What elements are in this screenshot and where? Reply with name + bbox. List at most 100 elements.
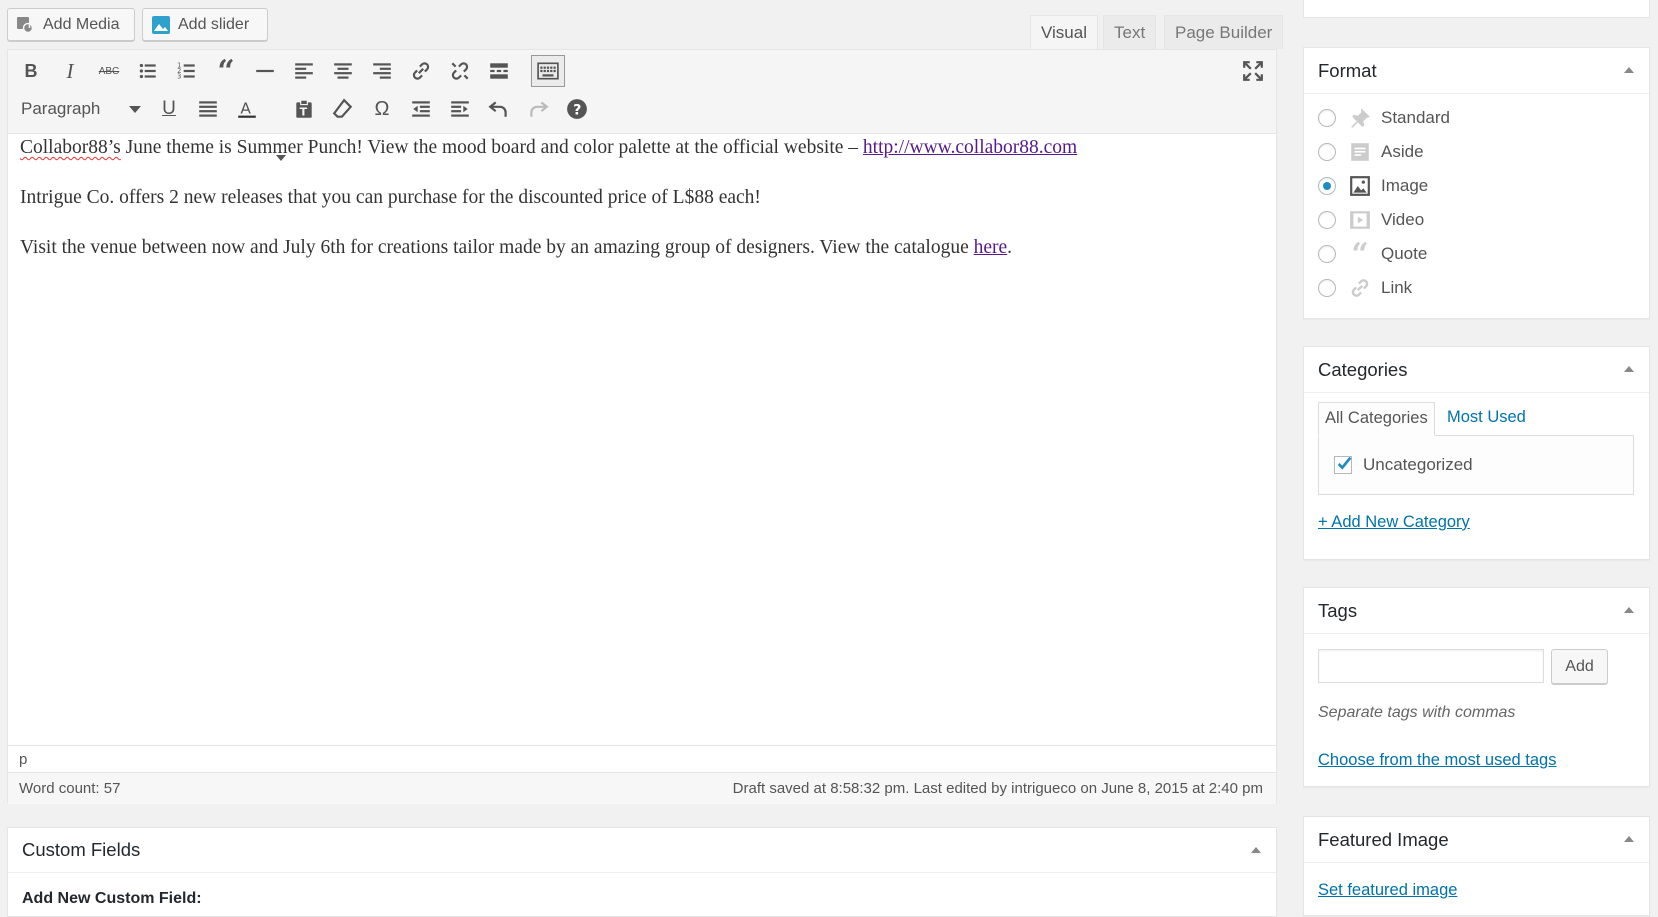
- tab-most-used[interactable]: Most Used: [1447, 408, 1526, 427]
- editor-content[interactable]: Collabor88’s June theme is Summer Punch!…: [20, 134, 1256, 284]
- format-label: Image: [1381, 176, 1429, 195]
- paragraph-text: Visit the venue between now and July 6th…: [20, 237, 974, 258]
- website-link[interactable]: http://www.collabor88.com: [863, 137, 1077, 158]
- categories-panel-header[interactable]: Categories: [1304, 347, 1649, 393]
- clear-formatting-icon[interactable]: [328, 94, 358, 124]
- bold-icon[interactable]: B: [16, 56, 46, 86]
- format-option-aside[interactable]: Aside: [1318, 139, 1424, 165]
- post-editor: B I ABC 123 “ Paragraph U A T Ω ? Collab…: [7, 49, 1277, 804]
- tab-visual[interactable]: Visual: [1030, 15, 1098, 50]
- add-media-label: Add Media: [43, 15, 120, 33]
- category-label: Uncategorized: [1363, 455, 1473, 474]
- add-tag-button[interactable]: Add: [1551, 649, 1608, 684]
- bulleted-list-icon[interactable]: [133, 56, 163, 86]
- paste-as-text-icon[interactable]: T: [289, 94, 319, 124]
- tab-page-builder[interactable]: Page Builder: [1164, 15, 1284, 49]
- catalogue-link[interactable]: here: [974, 237, 1008, 258]
- undo-icon[interactable]: [484, 94, 514, 124]
- radio-quote[interactable]: [1318, 245, 1336, 263]
- add-new-custom-field-label: Add New Custom Field:: [22, 890, 202, 907]
- insert-link-icon[interactable]: [406, 56, 436, 86]
- collapse-toggle-icon[interactable]: [1624, 366, 1634, 372]
- format-option-image[interactable]: Image: [1318, 173, 1428, 199]
- collapse-toggle-icon[interactable]: [1624, 607, 1634, 613]
- collapse-toggle-icon[interactable]: [1624, 67, 1634, 73]
- element-path-bar: p: [8, 745, 1276, 773]
- strikethrough-icon[interactable]: ABC: [94, 56, 124, 86]
- indent-icon[interactable]: [445, 94, 475, 124]
- toolbar-toggle-icon[interactable]: [531, 55, 565, 87]
- read-more-icon[interactable]: [484, 56, 514, 86]
- align-right-icon[interactable]: [367, 56, 397, 86]
- format-option-quote[interactable]: “ Quote: [1318, 236, 1428, 272]
- content-paragraph-2: Intrigue Co. offers 2 new releases that …: [20, 187, 761, 208]
- italic-icon[interactable]: I: [55, 56, 85, 86]
- outdent-icon[interactable]: [406, 94, 436, 124]
- format-label: Quote: [1381, 244, 1428, 263]
- special-character-icon[interactable]: Ω: [367, 94, 397, 124]
- radio-video[interactable]: [1318, 211, 1336, 229]
- format-option-video[interactable]: Video: [1318, 207, 1424, 233]
- link-icon: [1348, 276, 1372, 300]
- horizontal-line-icon[interactable]: [250, 56, 280, 86]
- svg-text:3: 3: [177, 73, 181, 81]
- set-featured-image-link[interactable]: Set featured image: [1318, 881, 1457, 900]
- tab-all-categories-label: All Categories: [1325, 409, 1428, 427]
- numbered-list-icon[interactable]: 123: [172, 56, 202, 86]
- word-count: Word count: 57: [19, 780, 121, 797]
- tab-all-categories[interactable]: All Categories: [1318, 402, 1435, 436]
- format-label: Aside: [1381, 142, 1424, 161]
- add-media-button[interactable]: Add Media: [7, 8, 135, 41]
- radio-image[interactable]: [1318, 177, 1336, 195]
- align-center-icon[interactable]: [328, 56, 358, 86]
- content-paragraph-1: Collabor88’s June theme is Summer Punch!…: [20, 134, 1256, 184]
- add-media-icon: [16, 15, 36, 35]
- underline-icon[interactable]: U: [154, 94, 184, 124]
- tags-panel-header[interactable]: Tags: [1304, 588, 1649, 634]
- misspelled-word[interactable]: Collabor88’s: [20, 137, 121, 158]
- slider-icon: [151, 15, 171, 35]
- custom-fields-title: Custom Fields: [22, 839, 141, 860]
- justify-icon[interactable]: [193, 94, 223, 124]
- choose-most-used-tags-link[interactable]: Choose from the most used tags: [1318, 751, 1556, 770]
- tab-text[interactable]: Text: [1103, 15, 1157, 49]
- tags-panel: Tags Add Separate tags with commas Choos…: [1303, 587, 1650, 787]
- featured-image-panel-header[interactable]: Featured Image: [1304, 817, 1649, 863]
- paragraph-end: .: [1007, 237, 1013, 258]
- tags-title: Tags: [1318, 600, 1358, 621]
- remove-link-icon[interactable]: [445, 56, 475, 86]
- collapse-toggle-icon[interactable]: [1251, 847, 1261, 853]
- tag-input[interactable]: [1318, 649, 1544, 683]
- collapse-toggle-icon[interactable]: [1624, 836, 1634, 842]
- tab-visual-label: Visual: [1041, 23, 1087, 42]
- category-item[interactable]: Uncategorized: [1334, 455, 1473, 475]
- category-checklist: Uncategorized: [1318, 435, 1634, 495]
- content-paragraph-3: Visit the venue between now and July 6th…: [20, 234, 1256, 284]
- align-left-icon[interactable]: [289, 56, 319, 86]
- categories-panel: Categories All Categories Most Used Unca…: [1303, 346, 1650, 560]
- format-panel-header[interactable]: Format: [1304, 48, 1649, 94]
- add-tag-label: Add: [1565, 657, 1594, 675]
- text-color-icon[interactable]: A: [232, 94, 262, 124]
- blockquote-icon[interactable]: “: [211, 54, 241, 89]
- element-path[interactable]: p: [19, 751, 27, 768]
- add-new-category-link[interactable]: + Add New Category: [1318, 513, 1470, 532]
- format-panel: Format Standard Aside Image Video “ Quot…: [1303, 47, 1650, 319]
- format-label: Link: [1381, 278, 1413, 297]
- redo-icon[interactable]: [523, 94, 553, 124]
- custom-fields-panel: Custom Fields Add New Custom Field:: [7, 827, 1277, 917]
- quote-icon: “: [1351, 236, 1369, 272]
- format-option-standard[interactable]: Standard: [1318, 105, 1450, 131]
- radio-aside[interactable]: [1318, 143, 1336, 161]
- category-checkbox[interactable]: [1334, 456, 1352, 474]
- format-select[interactable]: Paragraph: [14, 94, 149, 124]
- svg-text:T: T: [300, 106, 308, 119]
- radio-link[interactable]: [1318, 279, 1336, 297]
- format-option-link[interactable]: Link: [1318, 275, 1412, 301]
- add-slider-button[interactable]: Add slider: [142, 8, 268, 41]
- format-label: Standard: [1381, 108, 1450, 127]
- help-icon[interactable]: ?: [562, 94, 592, 124]
- aside-icon: [1348, 140, 1372, 164]
- fullscreen-icon[interactable]: [1238, 56, 1268, 86]
- radio-standard[interactable]: [1318, 109, 1336, 127]
